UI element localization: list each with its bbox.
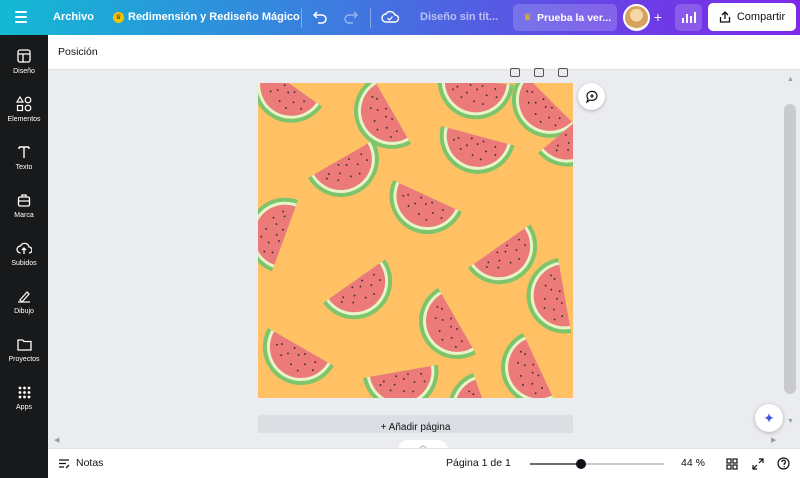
file-menu-button[interactable]: Archivo	[53, 11, 94, 23]
sidebar-item-label: Dibujo	[14, 308, 34, 315]
scroll-down-arrow-icon[interactable]: ▼	[787, 418, 794, 425]
sidebar-item-subidos[interactable]: Subidos	[0, 240, 48, 267]
folder-icon	[16, 336, 32, 352]
grid-view-icon[interactable]	[725, 457, 738, 470]
sidebar-item-apps[interactable]: Apps	[0, 384, 48, 411]
duplicate-page-icon[interactable]	[534, 68, 544, 77]
notes-button[interactable]: Notas	[58, 457, 103, 469]
top-toolbar: Archivo ♛ Redimensión y Rediseño Mágico …	[0, 0, 800, 35]
sidebar-item-label: Diseño	[13, 68, 35, 75]
notes-label: Notas	[76, 457, 104, 469]
zoom-value[interactable]: 44 %	[681, 457, 705, 469]
fullscreen-icon[interactable]	[751, 457, 764, 470]
insights-button[interactable]	[675, 4, 702, 31]
try-pro-button[interactable]: ♛ Prueba la ver...	[513, 4, 617, 31]
scroll-up-arrow-icon[interactable]: ▲	[787, 76, 794, 83]
sidebar-item-elementos[interactable]: Elementos	[0, 96, 48, 123]
magic-resize-label: Redimensión y Rediseño Mágico	[128, 11, 300, 23]
sparkle-icon: ✦	[763, 409, 775, 426]
brand-icon	[16, 192, 32, 208]
comment-icon	[585, 90, 598, 103]
scroll-right-arrow-icon[interactable]: ▶	[771, 436, 776, 444]
help-icon[interactable]	[777, 457, 790, 470]
apps-grid-icon	[16, 384, 32, 400]
share-label: Compartir	[736, 11, 786, 23]
add-collaborator-button[interactable]: +	[651, 9, 665, 25]
sidebar-item-label: Subidos	[11, 260, 37, 267]
sidebar-item-diseno[interactable]: Diseño	[0, 48, 48, 75]
design-canvas[interactable]	[258, 83, 573, 398]
vertical-scrollbar[interactable]	[784, 104, 796, 394]
page-counter[interactable]: Página 1 de 1	[446, 457, 511, 469]
upload-icon	[16, 240, 32, 256]
crown-icon: ♛	[523, 12, 532, 22]
draw-icon	[16, 288, 32, 304]
sidebar-item-label: Texto	[15, 164, 33, 171]
layout-icon	[16, 48, 32, 64]
sidebar-item-label: Proyectos	[8, 356, 40, 363]
avatar[interactable]	[623, 4, 650, 31]
sidebar-item-label: Marca	[14, 212, 34, 219]
lock-page-icon[interactable]	[510, 68, 520, 77]
zoom-slider[interactable]	[530, 459, 664, 469]
scroll-left-arrow-icon[interactable]: ◀	[54, 436, 59, 444]
position-button[interactable]: Posición	[58, 46, 98, 58]
magic-resize-button[interactable]: ♛ Redimensión y Rediseño Mágico	[113, 11, 300, 23]
document-title[interactable]: Diseño sin tít...	[420, 11, 498, 23]
zoom-slider-handle[interactable]	[575, 459, 586, 469]
redo-icon[interactable]	[343, 9, 359, 25]
sidebar-item-marca[interactable]: Marca	[0, 192, 48, 219]
add-page-button[interactable]: + Añadir página	[258, 415, 573, 433]
page-tools	[510, 68, 568, 77]
crown-icon: ♛	[113, 11, 124, 23]
notes-icon	[59, 458, 70, 468]
try-pro-label: Prueba la ver...	[537, 11, 612, 24]
context-toolbar: Posición	[48, 35, 800, 70]
hamburger-menu-icon[interactable]	[12, 9, 30, 25]
add-comment-button[interactable]	[578, 83, 605, 110]
divider	[370, 8, 371, 28]
divider	[301, 8, 302, 28]
undo-icon[interactable]	[312, 9, 328, 25]
left-sidebar: Diseño Elementos Texto Marca Subidos Dib…	[0, 35, 48, 478]
bottom-toolbar: Notas Página 1 de 1 44 %	[48, 448, 800, 478]
shapes-icon	[16, 96, 32, 112]
watermelon-pattern	[258, 83, 573, 398]
zoom-slider-fill	[530, 463, 581, 465]
add-page-icon[interactable]	[558, 68, 568, 77]
share-icon	[719, 11, 730, 23]
text-icon	[16, 144, 32, 160]
share-button[interactable]: Compartir	[708, 3, 796, 31]
sidebar-item-texto[interactable]: Texto	[0, 144, 48, 171]
sidebar-item-label: Apps	[16, 404, 32, 411]
cloud-save-icon[interactable]	[381, 9, 399, 25]
magic-assistant-button[interactable]: ✦	[755, 404, 783, 432]
sidebar-item-dibujo[interactable]: Dibujo	[0, 288, 48, 315]
sidebar-item-proyectos[interactable]: Proyectos	[0, 336, 48, 363]
sidebar-item-label: Elementos	[7, 116, 41, 123]
